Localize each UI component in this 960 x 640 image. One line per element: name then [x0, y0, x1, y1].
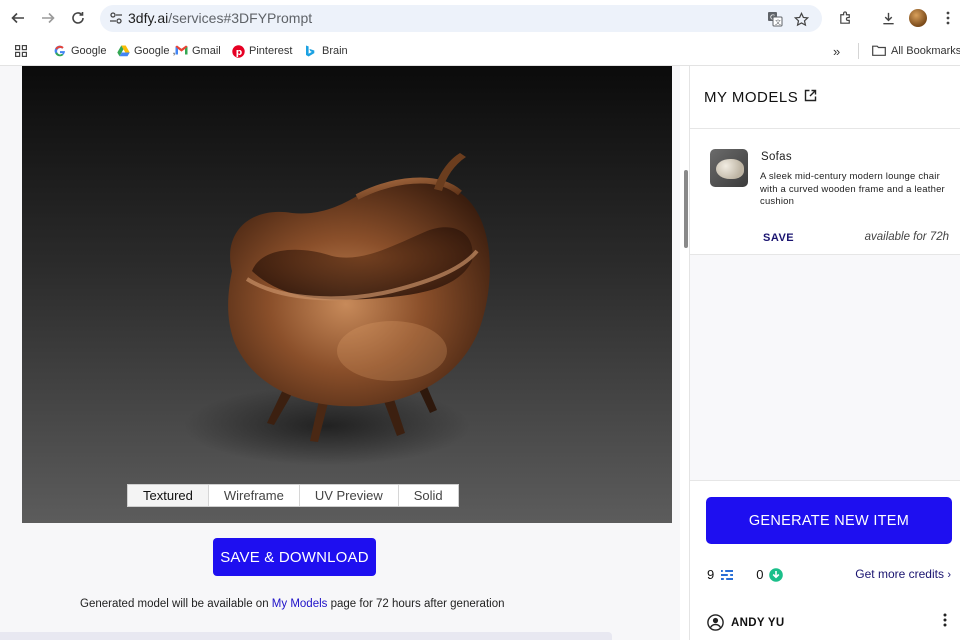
- profile-avatar[interactable]: [909, 9, 927, 27]
- folder-icon: [872, 45, 886, 57]
- google-icon: [54, 45, 66, 57]
- all-bookmarks-label: All Bookmarks: [891, 45, 960, 57]
- sidebar-footer: GENERATE NEW ITEM 9 0 Get more credits ›…: [690, 480, 960, 640]
- chevron-right-icon: ›: [947, 569, 951, 581]
- sidebar-header: MY MODELS: [690, 66, 960, 129]
- bookmark-star-icon[interactable]: [792, 10, 810, 28]
- model-description: A sleek mid-century modern lounge chair …: [760, 171, 945, 207]
- svg-text:文: 文: [775, 19, 781, 27]
- bookmark-google[interactable]: Google: [54, 43, 106, 59]
- main-panel: Textured Wireframe UV Preview Solid SAVE…: [0, 66, 680, 640]
- credit-stack-icon: [720, 568, 734, 582]
- availability-note: Generated model will be available on My …: [80, 598, 505, 610]
- translate-icon[interactable]: G文: [766, 10, 784, 28]
- 3d-model-render: [228, 153, 490, 442]
- get-more-credits-link[interactable]: Get more credits ›: [855, 567, 951, 581]
- model-thumbnail[interactable]: [710, 149, 748, 187]
- note-prefix: Generated model will be available on: [80, 598, 272, 610]
- sidebar-title: MY MODELS: [704, 89, 799, 106]
- bookmark-brain[interactable]: Brain: [305, 43, 348, 59]
- all-bookmarks[interactable]: All Bookmarks: [872, 43, 960, 59]
- url-text: 3dfy.ai/services#3DFYPrompt: [128, 10, 312, 26]
- credits-b-count: 0: [756, 567, 764, 582]
- bookmarks-overflow-chevron-icon[interactable]: »: [833, 43, 840, 59]
- save-download-button[interactable]: SAVE & DOWNLOAD: [213, 538, 376, 576]
- bookmarks-divider: [858, 43, 859, 59]
- browser-toolbar: 3dfy.ai/services#3DFYPrompt G文: [0, 0, 960, 36]
- reload-icon[interactable]: [66, 6, 90, 30]
- url-path: /services#3DFYPrompt: [168, 10, 313, 26]
- gmail-icon: [175, 45, 188, 57]
- credits-a-count: 9: [707, 567, 715, 582]
- user-menu-kebab-icon[interactable]: [943, 613, 947, 632]
- url-host: 3dfy.ai: [128, 10, 169, 26]
- download-credit-icon: [769, 567, 784, 582]
- my-models-sidebar: MY MODELS Sofas A sleek mid-century mode…: [689, 66, 960, 640]
- apps-grid-icon[interactable]: [15, 43, 27, 59]
- external-link-icon[interactable]: [804, 89, 818, 103]
- svg-text:p: p: [236, 48, 243, 58]
- get-more-credits-label: Get more credits: [855, 567, 944, 581]
- credits-balance: 9 0: [707, 567, 784, 582]
- pinterest-icon: p: [232, 45, 245, 58]
- scrollbar-thumb[interactable]: [684, 170, 688, 248]
- bookmarks-bar: Google Google , Gmail p Pinterest Brain …: [0, 36, 960, 66]
- model-viewer-canvas[interactable]: Textured Wireframe UV Preview Solid: [22, 66, 672, 523]
- bookmark-label: Brain: [322, 45, 348, 57]
- bookmark-label: Google ,: [134, 45, 176, 57]
- bookmark-label: Google: [71, 45, 107, 57]
- content-bottom-edge: [0, 632, 612, 640]
- model-save-button[interactable]: SAVE: [763, 232, 794, 244]
- user-account[interactable]: ANDY YU: [707, 614, 784, 631]
- bing-icon: [305, 45, 317, 57]
- tab-uv-preview[interactable]: UV Preview: [299, 485, 399, 506]
- user-name: ANDY YU: [731, 616, 785, 629]
- tab-solid[interactable]: Solid: [398, 485, 458, 506]
- note-suffix: page for 72 hours after generation: [327, 598, 505, 610]
- tab-textured[interactable]: Textured: [128, 485, 209, 506]
- bookmark-pinterest[interactable]: p Pinterest: [232, 43, 292, 59]
- bookmark-google-drive[interactable]: Google ,: [117, 43, 176, 59]
- extensions-icon[interactable]: [833, 6, 857, 30]
- bookmark-label: Pinterest: [249, 45, 293, 57]
- bookmark-label: Gmail: [192, 45, 221, 57]
- forward-icon[interactable]: [36, 6, 60, 30]
- address-bar[interactable]: 3dfy.ai/services#3DFYPrompt G文: [100, 5, 822, 32]
- my-models-link[interactable]: My Models: [272, 598, 328, 610]
- page: Textured Wireframe UV Preview Solid SAVE…: [0, 66, 960, 640]
- model-name: Sofas: [761, 151, 792, 163]
- drive-icon: [117, 45, 130, 57]
- user-circle-icon: [707, 614, 724, 631]
- model-availability: available for 72h: [864, 231, 949, 243]
- viewer-mode-tabs: Textured Wireframe UV Preview Solid: [127, 484, 459, 507]
- browser-menu-icon[interactable]: [936, 6, 960, 30]
- model-card: Sofas A sleek mid-century modern lounge …: [690, 129, 960, 255]
- generate-new-item-button[interactable]: GENERATE NEW ITEM: [706, 497, 952, 544]
- bookmark-gmail[interactable]: Gmail: [175, 43, 221, 59]
- site-info-icon[interactable]: [108, 10, 124, 26]
- tab-wireframe[interactable]: Wireframe: [208, 485, 300, 506]
- downloads-icon[interactable]: [876, 6, 900, 30]
- back-icon[interactable]: [6, 6, 30, 30]
